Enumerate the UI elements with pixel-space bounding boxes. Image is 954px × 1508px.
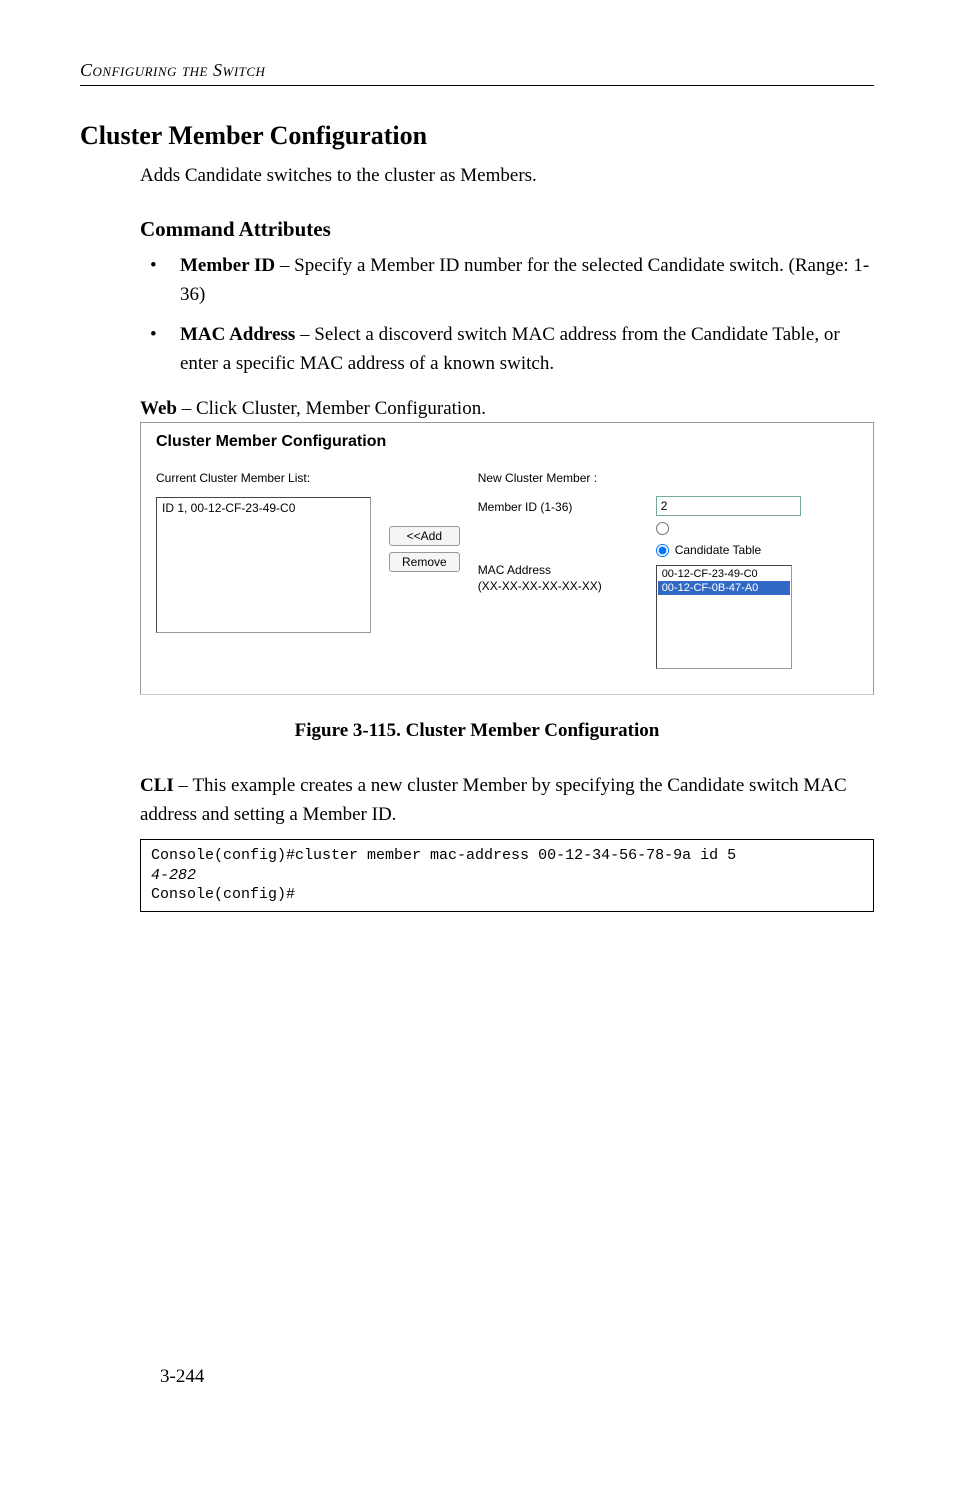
page-number: 3-244 [160, 1366, 204, 1388]
candidate-listbox[interactable]: 00-12-CF-23-49-C0 00-12-CF-0B-47-A0 [656, 565, 792, 669]
current-member-label: Current Cluster Member List: [156, 471, 371, 485]
cli-line-ref: 4-282 [151, 867, 196, 884]
bullet-list: Member ID – Specify a Member ID number f… [150, 252, 874, 378]
new-member-column: New Cluster Member : Member ID (1-36) MA… [478, 471, 638, 594]
current-member-column: Current Cluster Member List: ID 1, 00-12… [156, 471, 371, 633]
panel-title: Cluster Member Configuration [156, 433, 858, 451]
input-column: Candidate Table 00-12-CF-23-49-C0 00-12-… [656, 471, 801, 669]
mac-label-line1: MAC Address [478, 563, 551, 577]
mac-text-radio-row [656, 522, 801, 535]
mac-text-radio[interactable] [656, 522, 669, 535]
member-id-input[interactable] [656, 496, 801, 516]
candidate-radio-row: Candidate Table [656, 543, 801, 557]
list-item[interactable]: ID 1, 00-12-CF-23-49-C0 [159, 500, 368, 516]
bullet-desc: – Specify a Member ID number for the sel… [180, 255, 869, 305]
remove-button[interactable]: Remove [389, 552, 460, 572]
subsection-heading: Command Attributes [140, 217, 874, 242]
bullet-item: Member ID – Specify a Member ID number f… [150, 252, 874, 309]
cli-console-box: Console(config)#cluster member mac-addre… [140, 839, 874, 912]
cli-description: CLI – This example creates a new cluster… [140, 772, 874, 829]
page-header: Configuring the Switch [80, 60, 874, 86]
list-item[interactable]: 00-12-CF-0B-47-A0 [658, 581, 790, 595]
bullet-item: MAC Address – Select a discoverd switch … [150, 321, 874, 378]
member-id-label: Member ID (1-36) [478, 497, 638, 514]
candidate-table-label: Candidate Table [675, 543, 762, 557]
screenshot-panel: Cluster Member Configuration Current Clu… [140, 422, 874, 695]
mac-address-label: MAC Address (XX-XX-XX-XX-XX-XX) [478, 518, 638, 594]
figure-caption: Figure 3-115. Cluster Member Configurati… [80, 720, 874, 742]
button-column: <<Add Remove [389, 526, 460, 572]
cli-label: CLI [140, 775, 174, 796]
cli-line: Console(config)#cluster member mac-addre… [151, 847, 745, 864]
intro-text: Adds Candidate switches to the cluster a… [140, 165, 874, 187]
cli-line: Console(config)# [151, 886, 295, 903]
mac-label-line2: (XX-XX-XX-XX-XX-XX) [478, 579, 602, 593]
add-button[interactable]: <<Add [389, 526, 460, 546]
web-instruction: Web – Click Cluster, Member Configuratio… [140, 398, 874, 420]
web-label: Web [140, 398, 177, 419]
current-member-listbox[interactable]: ID 1, 00-12-CF-23-49-C0 [156, 497, 371, 633]
candidate-table-radio[interactable] [656, 544, 669, 557]
new-member-label: New Cluster Member : [478, 471, 638, 485]
section-title: Cluster Member Configuration [80, 121, 874, 151]
cli-desc: – This example creates a new cluster Mem… [140, 775, 847, 825]
web-desc: – Click Cluster, Member Configuration. [177, 398, 486, 419]
bullet-label: MAC Address [180, 324, 295, 345]
bullet-label: Member ID [180, 255, 275, 276]
list-item[interactable]: 00-12-CF-23-49-C0 [658, 567, 790, 581]
